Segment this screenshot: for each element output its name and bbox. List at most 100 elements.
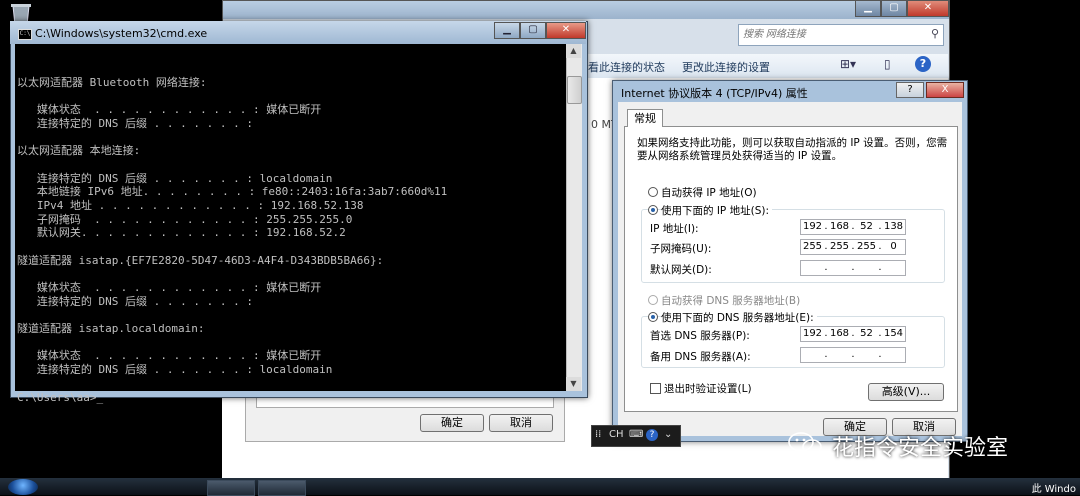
console-line: 媒体状态 . . . . . . . . . . . . : 媒体已断开 [17, 349, 322, 363]
explorer-window-controls: ▁ ▢ ✕ [855, 0, 949, 17]
ip-octet: 192 [802, 328, 823, 339]
ip-octet [855, 348, 878, 362]
ip-octet: 255 [856, 241, 877, 252]
search-field[interactable]: ⚲ [738, 24, 944, 46]
scroll-thumb[interactable] [567, 76, 582, 104]
alternate-dns-label: 备用 DNS 服务器(A): [650, 351, 751, 363]
ip-octet [882, 348, 905, 362]
ip-octet: 255 [802, 241, 823, 252]
ip-octet: 52 [860, 221, 873, 232]
options-icon[interactable]: ⌄ [664, 429, 672, 440]
subnet-label: 子网掩码(U): [650, 243, 712, 255]
auto-ip-radio[interactable] [648, 187, 658, 197]
dialog-description: 如果网络支持此功能，则可以获取自动指派的 IP 设置。否则，您需要从网络系统管理… [637, 137, 948, 162]
dialog-close-button[interactable]: X [926, 82, 964, 98]
start-button[interactable] [8, 479, 38, 495]
ip-octet: 138 [883, 221, 904, 232]
cmd-app-icon: C:\ [18, 29, 32, 40]
subnet-field[interactable]: 255. 255. 255. 0 [800, 239, 906, 255]
ip-octet: 0 [890, 241, 897, 252]
ok-button[interactable]: 确定 [420, 414, 484, 432]
manual-dns-label: 使用下面的 DNS 服务器地址(E): [661, 310, 817, 325]
console-line: 媒体状态 . . . . . . . . . . . . : 媒体已断开 [17, 103, 322, 117]
console-line: 连接特定的 DNS 后缀 . . . . . . . : localdomain [17, 363, 333, 377]
console-line: 子网掩码 . . . . . . . . . . . . : 255.255.2… [17, 212, 353, 226]
console-line: 以太网适配器 Bluetooth 网络连接: [17, 75, 207, 89]
grip-icon: ⁞⁞ [595, 429, 602, 440]
ip-octet [828, 261, 851, 275]
validate-checkbox[interactable] [650, 383, 661, 394]
language-bar[interactable]: ⁞⁞ CH ⌨ ? ⌄ [591, 425, 681, 447]
scroll-down-icon[interactable]: ▼ [566, 377, 581, 391]
view-options-icon[interactable]: ⊞▾ [840, 57, 856, 71]
ip-octet [855, 261, 878, 275]
console-line: 隧道适配器 isatap.localdomain: [17, 322, 205, 336]
ip-octet [801, 348, 824, 362]
keyboard-icon[interactable]: ⌨ [629, 429, 643, 440]
alternate-dns-field[interactable]: . . . [800, 347, 906, 363]
help-icon[interactable]: ? [915, 56, 931, 72]
taskbar-right-text: 此 Windo [1031, 484, 1076, 495]
auto-dns-label: 自动获得 DNS 服务器地址(B) [661, 295, 801, 307]
cancel-button[interactable]: 取消 [489, 414, 553, 432]
view-status-link[interactable]: 看此连接的状态 [588, 59, 665, 75]
console-line: 隧道适配器 isatap.{EF7E2820-5D47-46D3-A4F4-D3… [17, 253, 384, 267]
gateway-field[interactable]: . . . [800, 260, 906, 276]
watermark-text: 花指令安全实验室 [832, 436, 1009, 461]
console-line: 连接特定的 DNS 后缀 . . . . . . . : localdomain [17, 171, 333, 185]
console-line: IPv4 地址 . . . . . . . . . . . . : 192.16… [17, 198, 364, 212]
taskbar [0, 478, 1080, 495]
auto-ip-label: 自动获得 IP 地址(O) [661, 187, 757, 199]
language-indicator[interactable]: CH [609, 429, 624, 440]
wechat-logo-icon [787, 431, 823, 457]
ip-octet: 255 [829, 241, 850, 252]
tab-general[interactable]: 常规 [627, 109, 663, 127]
help-icon[interactable]: ? [646, 429, 658, 441]
ip-octet [828, 348, 851, 362]
cmd-title: C:\Windows\system32\cmd.exe [35, 27, 208, 40]
maximize-icon[interactable]: ▢ [881, 0, 907, 17]
console-line: C:\Users\aa>_ [17, 390, 104, 404]
gateway-label: 默认网关(D): [650, 264, 712, 276]
ip-octet: 192 [802, 221, 823, 232]
console-output: 以太网适配器 Bluetooth 网络连接: 媒体状态 . . . . . . … [17, 62, 565, 404]
close-icon[interactable]: ✕ [907, 0, 949, 17]
ip-octet [801, 261, 824, 275]
ip-octet: 154 [883, 328, 904, 339]
search-input[interactable] [739, 25, 917, 43]
manual-ip-radio[interactable] [648, 205, 658, 215]
console-line: 连接特定的 DNS 后缀 . . . . . . . : [17, 116, 253, 130]
minimize-icon[interactable]: ▁ [855, 0, 881, 17]
preview-pane-icon[interactable]: ▯ [884, 57, 891, 71]
taskbar-button[interactable] [207, 480, 255, 496]
ip-address-field[interactable]: 192. 168. 52. 138 [800, 219, 906, 235]
console-line: 连接特定的 DNS 后缀 . . . . . . . : [17, 294, 253, 308]
minimize-icon[interactable]: ▁ [494, 22, 520, 39]
maximize-icon[interactable]: ▢ [520, 22, 546, 39]
cmd-window-controls: ▁ ▢ ✕ [494, 22, 586, 39]
ip-octet [882, 261, 905, 275]
taskbar-button[interactable] [258, 480, 306, 496]
help-button[interactable]: ? [896, 82, 924, 98]
advanced-button[interactable]: 高级(V)... [868, 383, 944, 401]
change-settings-link[interactable]: 更改此连接的设置 [682, 59, 770, 75]
dialog-title: Internet 协议版本 4 (TCP/IPv4) 属性 [621, 87, 808, 100]
ip-octet: 168 [829, 221, 850, 232]
close-icon[interactable]: ✕ [546, 22, 586, 39]
scroll-up-icon[interactable]: ▲ [566, 44, 581, 58]
search-icon[interactable]: ⚲ [931, 27, 939, 40]
preferred-dns-label: 首选 DNS 服务器(P): [650, 330, 750, 342]
manual-dns-radio[interactable] [648, 312, 658, 322]
auto-dns-radio[interactable] [648, 295, 658, 305]
console-line: 默认网关. . . . . . . . . . . . . : 192.168.… [17, 226, 346, 240]
console-line: 本地链接 IPv6 地址. . . . . . . . : fe80::2403… [17, 185, 448, 199]
preferred-dns-field[interactable]: 192. 168. 52. 154 [800, 326, 906, 342]
